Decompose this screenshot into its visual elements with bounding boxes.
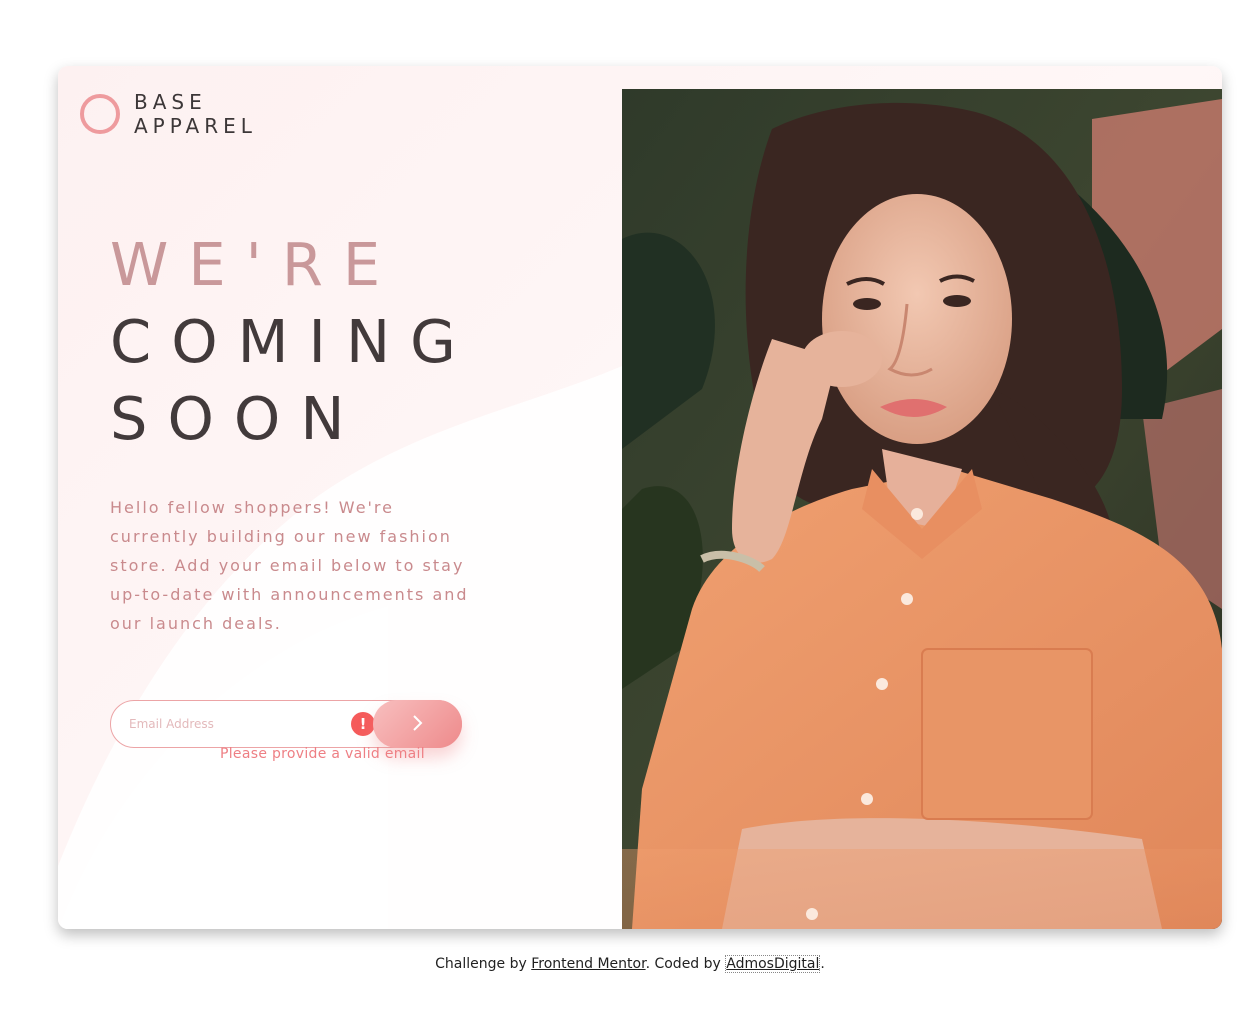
author-link[interactable]: AdmosDigital <box>725 955 821 973</box>
frontend-mentor-link[interactable]: Frontend Mentor <box>531 956 645 972</box>
brand-line-1: BASE <box>134 90 207 114</box>
footer-prefix: Challenge by <box>435 956 527 972</box>
submit-button[interactable] <box>373 700 462 748</box>
chevron-right-icon <box>412 714 422 731</box>
footer-suffix: . <box>820 956 825 972</box>
brand-name: BASE APPAREL <box>134 90 257 138</box>
attribution-footer: Challenge by Frontend Mentor. Coded by A… <box>0 955 1260 973</box>
logo-ring-icon <box>80 94 120 134</box>
footer-middle: . Coded by <box>645 956 721 972</box>
intro-text: Hello fellow shoppers! We're currently b… <box>110 498 469 633</box>
hero-image <box>622 89 1222 929</box>
email-error-message: Please provide a valid email <box>220 746 425 762</box>
page-headline: WE'RE COMING SOON <box>110 226 476 457</box>
email-signup-form: ! <box>110 700 462 748</box>
coming-soon-card: BASE APPAREL WE'RE COMING SOON Hello fel… <box>58 66 1222 929</box>
headline-line-1: WE'RE <box>110 230 401 299</box>
brand-logo[interactable]: BASE APPAREL <box>80 90 257 138</box>
hero-photo-illustration <box>622 89 1222 929</box>
headline-line-3: SOON <box>110 384 365 453</box>
headline-line-2: COMING <box>110 307 476 376</box>
brand-line-2: APPAREL <box>134 114 257 138</box>
email-input[interactable] <box>129 701 339 747</box>
error-icon: ! <box>351 712 375 736</box>
